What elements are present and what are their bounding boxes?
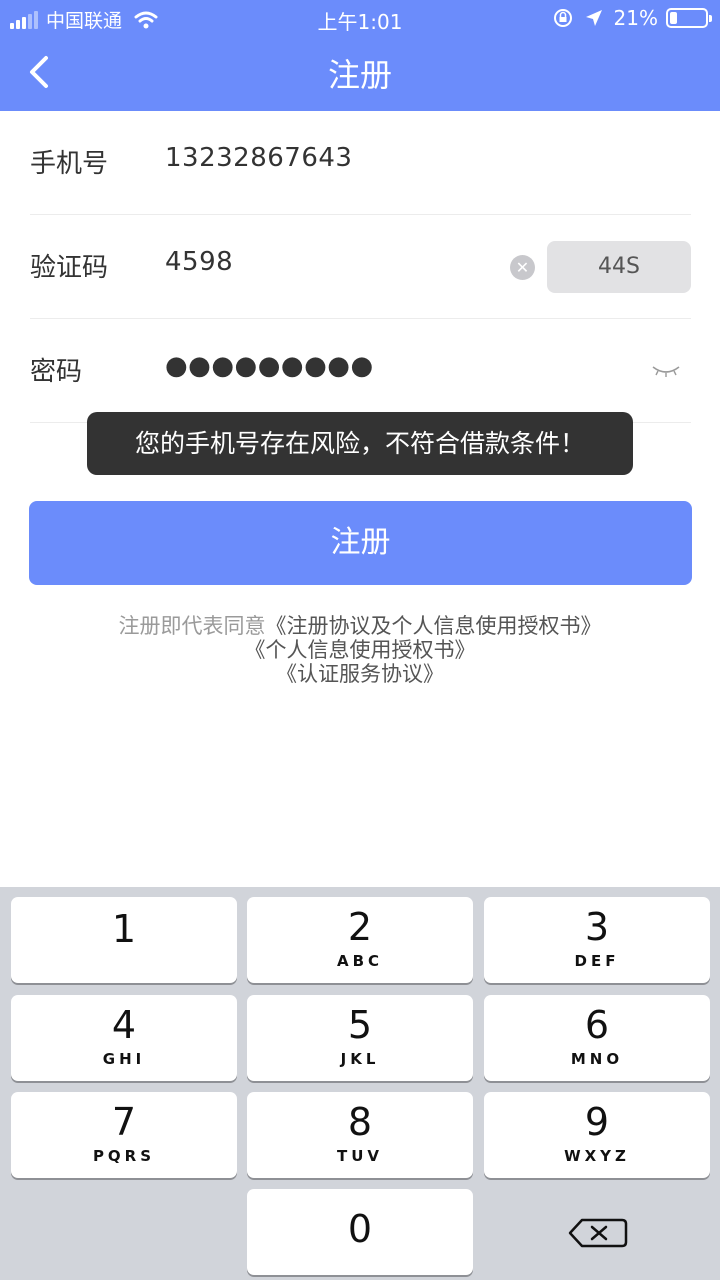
agreement-link-certification[interactable]: 《认证服务协议》 (276, 662, 444, 686)
register-screen: 中国联通 上午1:01 21% 注册 手机号 13232867643 验证码 4… (0, 0, 720, 1280)
battery-percent: 21% (613, 6, 658, 30)
key-letters: TUV (336, 1147, 384, 1165)
countdown-button[interactable]: 44S (547, 241, 691, 293)
agreement-prefix: 注册即代表同意 (118, 614, 266, 638)
orientation-lock-icon (553, 9, 572, 27)
key-letters: JKL (340, 1050, 380, 1068)
key-letters: DEF (574, 952, 620, 970)
key-letters: ABC (336, 952, 384, 970)
key-digit: 5 (347, 1003, 373, 1047)
key-digit: 4 (111, 1003, 137, 1047)
key-5[interactable]: 5 JKL (247, 995, 473, 1081)
page-title: 注册 (327, 56, 392, 94)
phone-row: 手机号 13232867643 (30, 111, 691, 215)
key-9[interactable]: 9 WXYZ (484, 1092, 710, 1178)
key-1[interactable]: 1 (11, 897, 237, 983)
backspace-icon (568, 1218, 628, 1248)
key-7[interactable]: 7 PQRS (11, 1092, 237, 1178)
key-digit: 7 (111, 1100, 137, 1144)
key-digit: 2 (347, 905, 373, 949)
clear-icon[interactable]: ✕ (510, 255, 535, 280)
password-input[interactable]: ●●●●●●●●● (165, 351, 374, 381)
key-6[interactable]: 6 MNO (484, 995, 710, 1081)
key-2[interactable]: 2 ABC (247, 897, 473, 983)
key-digit: 8 (347, 1100, 373, 1144)
register-button[interactable]: 注册 (29, 501, 692, 585)
verification-code-row: 验证码 4598 ✕ 44S (30, 215, 691, 319)
numeric-keypad: 1 2 ABC 3 DEF 4 GHI 5 JKL 6 MNO 7 PQRS 8… (0, 887, 720, 1280)
key-letters: GHI (102, 1050, 146, 1068)
key-digit: 3 (584, 905, 610, 949)
top-bar: 中国联通 上午1:01 21% 注册 (0, 0, 720, 111)
agreement-link-register[interactable]: 《注册协议及个人信息使用授权书》 (266, 614, 602, 638)
key-letters: MNO (570, 1050, 624, 1068)
password-label: 密码 (30, 357, 83, 387)
battery-icon (666, 8, 712, 28)
delete-key[interactable] (484, 1192, 710, 1272)
code-label: 验证码 (30, 253, 109, 283)
key-letters: PQRS (92, 1147, 156, 1165)
status-right: 21% (552, 6, 712, 30)
toast-message: 您的手机号存在风险，不符合借款条件！ (87, 412, 633, 475)
key-digit: 1 (111, 907, 137, 951)
eye-closed-icon[interactable] (650, 363, 682, 379)
key-4[interactable]: 4 GHI (11, 995, 237, 1081)
key-letters: WXYZ (564, 1147, 630, 1165)
key-3[interactable]: 3 DEF (484, 897, 710, 983)
phone-input[interactable]: 13232867643 (165, 143, 352, 173)
password-row: 密码 ●●●●●●●●● (30, 319, 691, 423)
key-digit: 9 (584, 1100, 610, 1144)
key-0[interactable]: 0 (247, 1189, 473, 1275)
key-digit: 0 (347, 1207, 373, 1251)
key-8[interactable]: 8 TUV (247, 1092, 473, 1178)
key-digit: 6 (584, 1003, 610, 1047)
agreement-link-privacy[interactable]: 《个人信息使用授权书》 (245, 638, 476, 662)
status-bar: 中国联通 上午1:01 21% (0, 0, 720, 38)
agreement-text: 注册即代表同意《注册协议及个人信息使用授权书》 《个人信息使用授权书》 《认证服… (0, 614, 720, 686)
phone-label: 手机号 (30, 149, 109, 179)
code-input[interactable]: 4598 (165, 247, 233, 277)
location-arrow-icon (585, 10, 602, 26)
